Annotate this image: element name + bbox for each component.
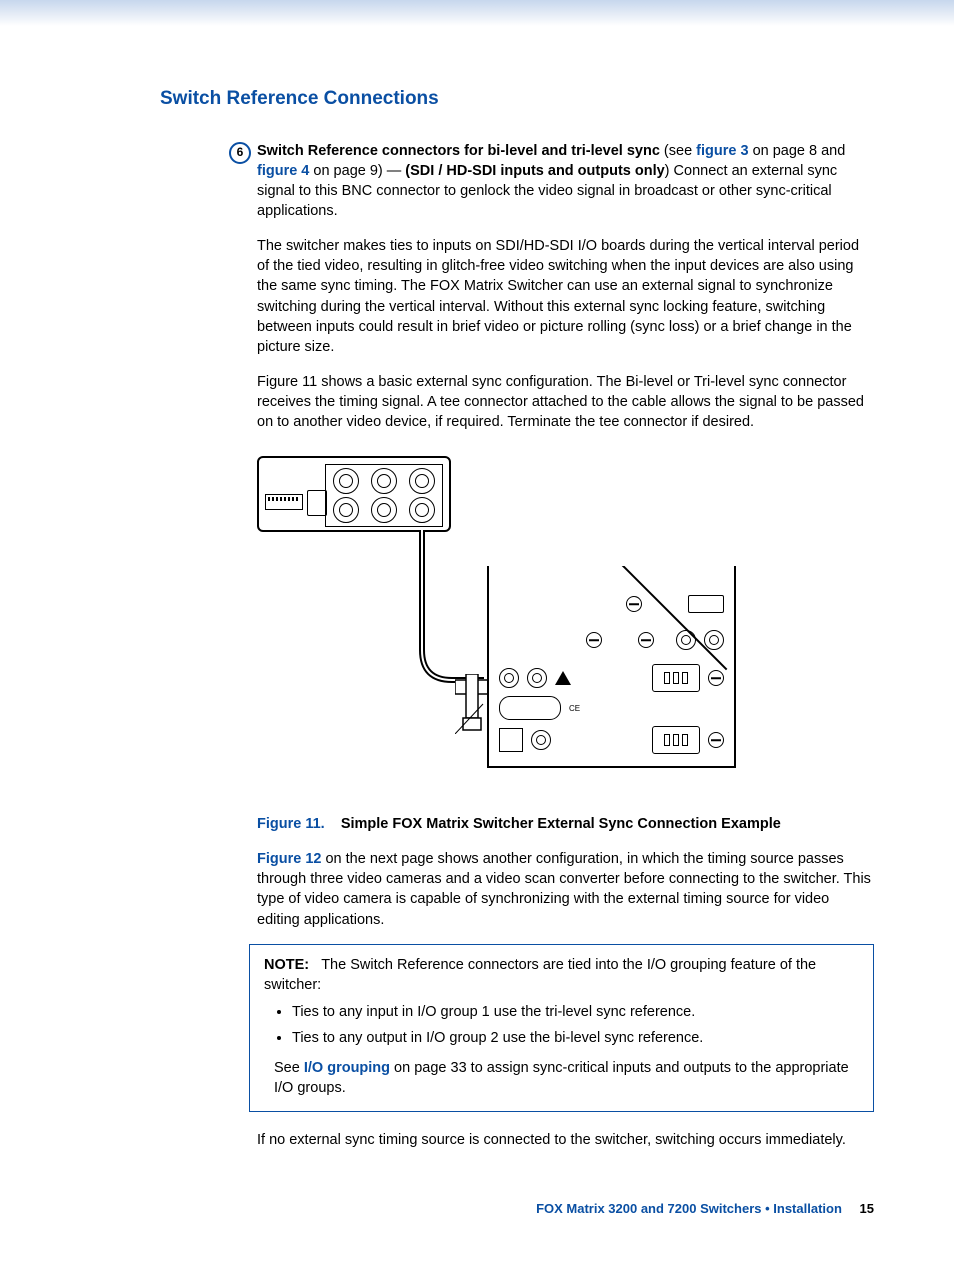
- plug-icon: [307, 490, 327, 516]
- port-icon: [688, 595, 724, 613]
- figure-11-diagram: CE: [257, 456, 874, 786]
- figure-3-link[interactable]: figure 3: [696, 143, 748, 159]
- paragraph-5: If no external sync timing source is con…: [257, 1130, 874, 1150]
- page-content: Switch Reference Connections 6 Switch Re…: [0, 26, 954, 1278]
- footer-title: FOX Matrix 3200 and 7200 Switchers • Ins…: [536, 1201, 842, 1216]
- panel-row-4: CE: [499, 690, 724, 726]
- small-bnc-icon: [499, 668, 519, 688]
- figure-title: Simple FOX Matrix Switcher External Sync…: [341, 816, 781, 832]
- screw-icon: [586, 632, 602, 648]
- switcher-rear-panel: CE: [487, 566, 736, 768]
- bnc-connector-icon: [333, 497, 359, 523]
- bnc-output-grid: [325, 464, 443, 527]
- note-bullet-1: Ties to any input in I/O group 1 use the…: [292, 1002, 859, 1022]
- power-inlet-icon: [652, 726, 700, 754]
- bnc-connector-icon: [371, 497, 397, 523]
- bnc-connector-icon: [409, 497, 435, 523]
- note-box: NOTE: The Switch Reference connectors ar…: [249, 944, 874, 1112]
- ethernet-port-icon: [499, 728, 523, 752]
- panel-row-1: [499, 586, 724, 622]
- figure-label: Figure 11.: [257, 816, 325, 832]
- p1-t3: on page 9) —: [309, 163, 405, 179]
- panel-row-2: [499, 622, 724, 658]
- paragraph-4: Figure 12 on the next page shows another…: [257, 849, 874, 930]
- power-inlet-icon: [652, 664, 700, 692]
- warning-triangle-icon: [555, 671, 571, 685]
- note-intro: NOTE: The Switch Reference connectors ar…: [264, 955, 859, 996]
- small-bnc-icon: [527, 668, 547, 688]
- numbered-item: 6 Switch Reference connectors for bi-lev…: [257, 141, 874, 222]
- p4-rest: on the next page shows another configura…: [257, 851, 871, 928]
- bnc-connector-icon: [333, 468, 359, 494]
- sync-generator-device: [257, 456, 451, 532]
- paragraph-2: The switcher makes ties to inputs on SDI…: [257, 236, 874, 358]
- page-footer: FOX Matrix 3200 and 7200 Switchers • Ins…: [160, 1200, 874, 1218]
- note-intro-text: The Switch Reference connectors are tied…: [264, 957, 816, 993]
- paragraph-3: Figure 11 shows a basic external sync co…: [257, 372, 874, 433]
- serial-port-icon: [499, 696, 561, 720]
- bnc-connector-icon: [409, 468, 435, 494]
- p1-t2: on page 8 and: [749, 143, 846, 159]
- small-bnc-icon: [676, 630, 696, 650]
- item-badge-wrap: 6: [229, 141, 251, 164]
- bnc-connector-icon: [371, 468, 397, 494]
- main-item-block: 6 Switch Reference connectors for bi-lev…: [257, 141, 874, 1150]
- dip-switch-icon: [265, 494, 303, 510]
- note-see-t1: See: [274, 1060, 304, 1076]
- device-controls: [259, 466, 331, 522]
- note-see-also: See I/O grouping on page 33 to assign sy…: [274, 1058, 859, 1099]
- panel-row-5: [499, 722, 724, 758]
- figure-12-link[interactable]: Figure 12: [257, 851, 321, 867]
- small-bnc-icon: [704, 630, 724, 650]
- section-heading: Switch Reference Connections: [160, 86, 874, 113]
- io-grouping-link[interactable]: I/O grouping: [304, 1060, 390, 1076]
- figure-caption: Figure 11. Simple FOX Matrix Switcher Ex…: [257, 814, 874, 834]
- p1-bold2: (SDI / HD-SDI inputs and outputs only: [405, 163, 664, 179]
- p1-t1: (see: [660, 143, 696, 159]
- item-number-badge: 6: [229, 142, 251, 164]
- footer-page-number: 15: [860, 1201, 874, 1216]
- small-bnc-icon: [531, 730, 551, 750]
- note-bullet-list: Ties to any input in I/O group 1 use the…: [264, 1002, 859, 1049]
- p1-lead: Switch Reference connectors for bi-level…: [257, 143, 660, 159]
- page-header-bar: [0, 0, 954, 26]
- note-bullet-2: Ties to any output in I/O group 2 use th…: [292, 1028, 859, 1048]
- paragraph-1: Switch Reference connectors for bi-level…: [257, 141, 874, 222]
- note-label: NOTE:: [264, 957, 309, 973]
- figure-4-link[interactable]: figure 4: [257, 163, 309, 179]
- screw-icon: [708, 670, 724, 686]
- screw-icon: [638, 632, 654, 648]
- ce-mark-icon: CE: [569, 703, 580, 714]
- screw-icon: [708, 732, 724, 748]
- screw-icon: [626, 596, 642, 612]
